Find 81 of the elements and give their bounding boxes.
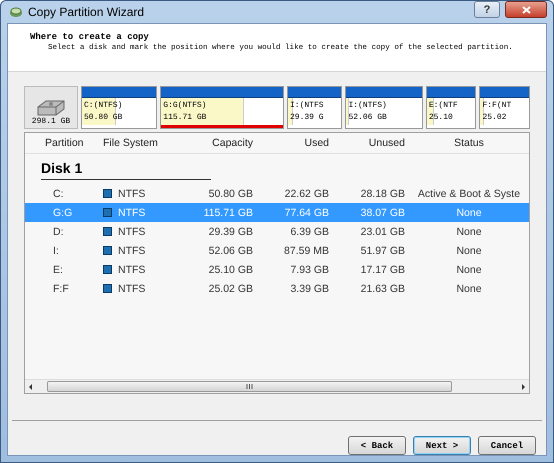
section-title: Where to create a copy (30, 32, 150, 42)
partition-block[interactable]: F:F(NT 25.02 (479, 86, 530, 130)
column-header[interactable]: Status (409, 137, 529, 150)
table-cell-text: 3.39 GB (289, 282, 330, 295)
partition-label: I:(NTFS (290, 101, 325, 110)
table-cell-text: 7.93 GB (289, 264, 330, 276)
partition-label: G:G(NTFS) (163, 101, 208, 110)
partition-block[interactable]: E:(NTF 25.10 (426, 86, 476, 130)
table-cell-text: 77.64 GB (284, 206, 330, 219)
app-icon (9, 6, 23, 18)
window-title: Copy Partition Wizard (28, 5, 146, 19)
partition-size: 29.39 G (290, 113, 325, 122)
table-cell-text: 51.97 GB (360, 244, 406, 257)
table-row[interactable]: D: NTFS 29.39 GB 6.39 GB 23.01 GB None (25, 222, 529, 242)
partition-label: C:(NTFS) (84, 101, 124, 110)
table-cell-text: 25.10 GB (208, 264, 254, 276)
partition-size: 115.71 GB (163, 113, 208, 122)
table-cell: NTFS (118, 226, 146, 238)
partition-label: E:(NTF (428, 101, 459, 110)
table-row[interactable]: I: NTFS 52.06 GB 87.59 MB 51.97 GB None (25, 241, 529, 260)
partition-size: 50.80 GB (84, 113, 124, 122)
column-header[interactable]: Used (257, 137, 333, 150)
table-cell-text: 52.06 GB (208, 244, 254, 257)
wizard-button[interactable]: Cancel (478, 436, 536, 455)
grip-icon (246, 384, 253, 389)
table-cell-text: 21.63 GB (360, 282, 406, 295)
table-cell-text: Active & Boot & Syste (416, 188, 522, 200)
column-header[interactable]: Capacity (171, 137, 257, 150)
table-cell: NTFS (118, 282, 146, 295)
hard-drive-icon (36, 99, 66, 118)
disk-tile[interactable]: 298.1 GB (24, 86, 78, 130)
disk-size: 298.1 GB (32, 117, 70, 126)
close-button[interactable] (505, 1, 547, 18)
table-cell: NTFS (118, 206, 146, 219)
partition-size: 25.02 (482, 113, 508, 122)
table-cell-text: 17.17 GB (360, 264, 406, 276)
table-row[interactable]: E: NTFS 25.10 GB 7.93 GB 17.17 GB None (25, 260, 529, 280)
partition-label: I:(NTFS) (348, 101, 388, 110)
table-cell-text: I: (52, 244, 60, 257)
table-cell-text: None (455, 264, 483, 276)
table-cell-text: 87.59 MB (283, 244, 330, 257)
wizard-button[interactable]: < Back (348, 436, 406, 455)
horizontal-scrollbar[interactable] (25, 379, 529, 393)
table-cell-text: 115.71 GB (202, 206, 254, 219)
table-row[interactable]: C: NTFS 50.80 GB 22.62 GB 28.18 GB Active & Boot & Syste (25, 184, 529, 204)
partition-size: 52.06 GB (348, 113, 388, 122)
partition-block[interactable]: I:(NTFS) 52.06 GB (345, 86, 423, 130)
table-cell-text: 25.02 GB (208, 282, 254, 295)
table-cell-text: 50.80 GB (208, 188, 254, 200)
table-cell-text: 38.07 GB (360, 206, 406, 219)
scrollbar-thumb[interactable] (47, 381, 452, 392)
table-cell-text: 29.39 GB (208, 226, 254, 238)
close-icon (522, 6, 530, 14)
table-cell-text: 28.18 GB (360, 188, 406, 200)
wizard-button[interactable]: Next > (413, 436, 471, 455)
table-cell: NTFS (118, 244, 146, 257)
column-header[interactable]: Partition (25, 137, 95, 150)
column-header[interactable]: Unused (333, 137, 409, 150)
table-cell-text: F:F (52, 282, 70, 295)
table-cell-text: G:G (52, 206, 74, 219)
table-row[interactable]: F:F NTFS 25.02 GB 3.39 GB 21.63 GB None (25, 279, 529, 298)
table-cell: NTFS (118, 264, 146, 276)
partition-label: F:F(NT (482, 101, 512, 110)
table-cell-text: D: (52, 226, 64, 238)
partition-block[interactable]: G:G(NTFS) 115.71 GB (160, 86, 284, 130)
table-cell-text: None (455, 206, 483, 219)
group-heading: Disk 1 (41, 158, 211, 180)
table-cell-text: C: (52, 188, 64, 200)
table-cell-text: None (455, 244, 483, 257)
partition-block[interactable]: C:(NTFS) 50.80 GB (81, 86, 158, 130)
table-cell: NTFS (118, 188, 146, 200)
table-cell-text: None (455, 282, 483, 295)
column-header[interactable]: File System (95, 137, 171, 150)
table-cell-text: None (455, 226, 483, 238)
partition-size: 25.10 (428, 113, 454, 122)
partition-block[interactable]: I:(NTFS 29.39 G (286, 86, 342, 130)
table-cell-text: 22.62 GB (284, 188, 330, 200)
table-cell-text: E: (52, 264, 64, 276)
help-button[interactable]: ? (474, 1, 500, 18)
table-cell-text: 6.39 GB (289, 226, 330, 238)
table-cell-text: 23.01 GB (360, 226, 406, 238)
